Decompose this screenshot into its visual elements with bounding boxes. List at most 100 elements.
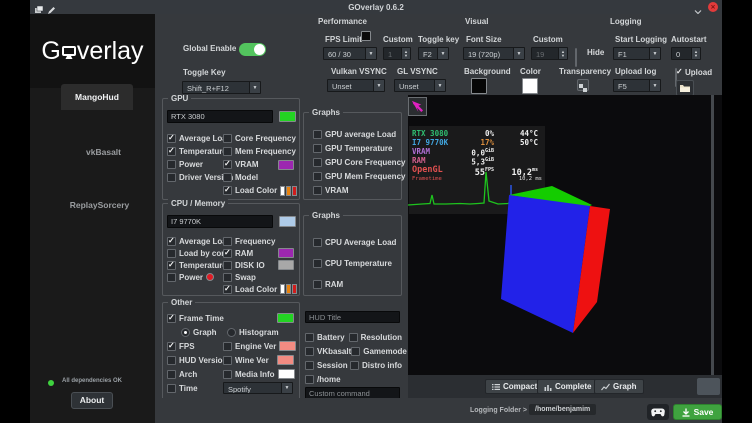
graph-button[interactable]: Graph	[594, 379, 644, 394]
frame-time-color-swatch[interactable]	[277, 313, 294, 323]
checkbox[interactable]	[167, 356, 176, 365]
checkbox[interactable]	[223, 173, 232, 182]
vram-color-swatch[interactable]	[278, 160, 294, 170]
checkbox[interactable]	[167, 273, 176, 282]
vulkan-vsync-label: Vulkan VSYNC	[331, 67, 387, 77]
checkbox[interactable]	[313, 186, 322, 195]
hide-checkbox[interactable]	[575, 48, 577, 67]
checkbox[interactable]	[167, 249, 176, 258]
close-icon[interactable]: ✕	[708, 2, 718, 12]
checkbox[interactable]	[223, 261, 232, 270]
fps-limit-color-swatch[interactable]	[361, 31, 371, 41]
cpu-color-swatch[interactable]	[279, 216, 296, 227]
checkbox[interactable]	[223, 285, 232, 294]
background-color-swatch[interactable]	[471, 78, 487, 94]
compact-button[interactable]: Compact	[485, 379, 544, 394]
other-groupbox: Other Frame Time GraphHistogram FPSEngin…	[162, 302, 300, 402]
checkbox[interactable]	[350, 361, 359, 370]
start-logging-select[interactable]: F1▼	[613, 47, 661, 60]
gpu-groupbox: GPU Average LoadCore Frequency Temperatu…	[162, 98, 300, 200]
checkbox[interactable]	[305, 375, 314, 384]
checkbox[interactable]	[223, 237, 232, 246]
checkbox[interactable]	[313, 130, 322, 139]
fps-custom-spinner[interactable]: 1▲▼	[383, 47, 411, 60]
diskio-color-swatch[interactable]	[278, 260, 294, 270]
gpu-color-swatch[interactable]	[279, 111, 296, 122]
perf-toggle-key-select[interactable]: F2▼	[418, 47, 449, 60]
histogram-radio[interactable]	[227, 328, 236, 337]
log-folder-button[interactable]	[676, 80, 694, 96]
graph-radio[interactable]	[181, 328, 190, 337]
checkbox[interactable]	[223, 356, 232, 365]
gamepad-button[interactable]	[647, 404, 669, 420]
media-info-color-swatch[interactable]	[278, 369, 295, 379]
checkbox[interactable]	[223, 273, 232, 282]
checkbox[interactable]	[223, 160, 232, 169]
logging-folder-path[interactable]: /home/benjamim	[529, 404, 596, 415]
checkbox[interactable]	[305, 347, 314, 356]
hud-title-input[interactable]	[305, 311, 400, 323]
upload-log-select[interactable]: F5▼	[613, 79, 661, 92]
checkbox[interactable]	[223, 342, 232, 351]
window-title: GOverlay 0.6.2	[348, 3, 404, 12]
sidebar-tab-replaysorcery[interactable]: ReplaySorcery	[30, 200, 155, 210]
vulkan-vsync-select[interactable]: Unset▼	[327, 79, 385, 92]
checkbox[interactable]	[167, 342, 176, 351]
fps-limit-select[interactable]: 60 / 30▼	[323, 47, 377, 60]
cpu-name-input[interactable]	[167, 215, 273, 228]
about-button[interactable]: About	[71, 392, 113, 409]
autostart-spinner[interactable]: 0▲▼	[671, 47, 701, 60]
checkbox[interactable]	[167, 173, 176, 182]
checkbox[interactable]	[313, 172, 322, 181]
engine-color-swatch[interactable]	[279, 341, 296, 351]
checkbox[interactable]	[313, 144, 322, 153]
font-size-select[interactable]: 19 (720p)▼	[463, 47, 525, 60]
checkbox[interactable]	[167, 370, 176, 379]
visual-custom-spinner[interactable]: 19▲▼	[531, 47, 568, 60]
checkbox[interactable]	[167, 134, 176, 143]
transparency-button[interactable]	[577, 79, 589, 91]
color-swatch[interactable]	[522, 78, 538, 94]
load-color-chips[interactable]	[280, 284, 297, 294]
bars-icon	[544, 383, 552, 391]
performance-title: Performance	[318, 17, 367, 27]
checkbox[interactable]	[305, 333, 314, 342]
checkbox[interactable]	[167, 237, 176, 246]
checkbox[interactable]	[351, 347, 360, 356]
gpu-name-input[interactable]	[167, 110, 273, 123]
gpu-graphs-groupbox: Graphs GPU average Load GPU Temperature …	[303, 112, 402, 200]
sidebar-tab-vkbasalt[interactable]: vkBasalt	[30, 147, 155, 157]
checkbox[interactable]	[313, 238, 322, 247]
ram-color-swatch[interactable]	[278, 248, 294, 258]
checkbox[interactable]	[223, 370, 232, 379]
complete-button[interactable]: Complete	[537, 379, 598, 394]
power-color-dot[interactable]	[206, 273, 214, 281]
checkbox[interactable]	[313, 280, 322, 289]
save-button[interactable]: Save	[673, 404, 722, 420]
checkbox[interactable]	[313, 158, 322, 167]
checkbox[interactable]	[167, 261, 176, 270]
checkbox[interactable]	[167, 314, 176, 323]
global-enable-toggle[interactable]	[239, 43, 266, 56]
cpu-graphs-groupbox: Graphs CPU Average Load CPU Temperature …	[303, 215, 402, 296]
checkbox[interactable]	[223, 134, 232, 143]
checkbox[interactable]	[167, 160, 176, 169]
wine-color-swatch[interactable]	[277, 355, 294, 365]
checkbox[interactable]	[305, 361, 314, 370]
autostart-label: Autostart	[671, 35, 707, 45]
checkbox[interactable]	[167, 147, 176, 156]
load-color-chips[interactable]	[280, 186, 297, 196]
checkbox[interactable]	[223, 249, 232, 258]
gl-vsync-select[interactable]: Unset▼	[394, 79, 446, 92]
checkbox[interactable]	[313, 259, 322, 268]
preview-scrollbar[interactable]	[711, 95, 714, 375]
media-player-select[interactable]: Spotify▼	[223, 382, 293, 394]
gpu-graphs-title: Graphs	[309, 108, 343, 117]
checkbox[interactable]	[349, 333, 358, 342]
checkbox[interactable]	[223, 147, 232, 156]
toggle-key-select[interactable]: Shift_R+F12▼	[182, 81, 261, 94]
sidebar-tab-mangohud[interactable]: MangoHud	[61, 84, 133, 110]
resize-handle-button[interactable]	[697, 378, 720, 395]
checkbox[interactable]	[223, 186, 232, 195]
checkbox[interactable]	[167, 384, 176, 393]
